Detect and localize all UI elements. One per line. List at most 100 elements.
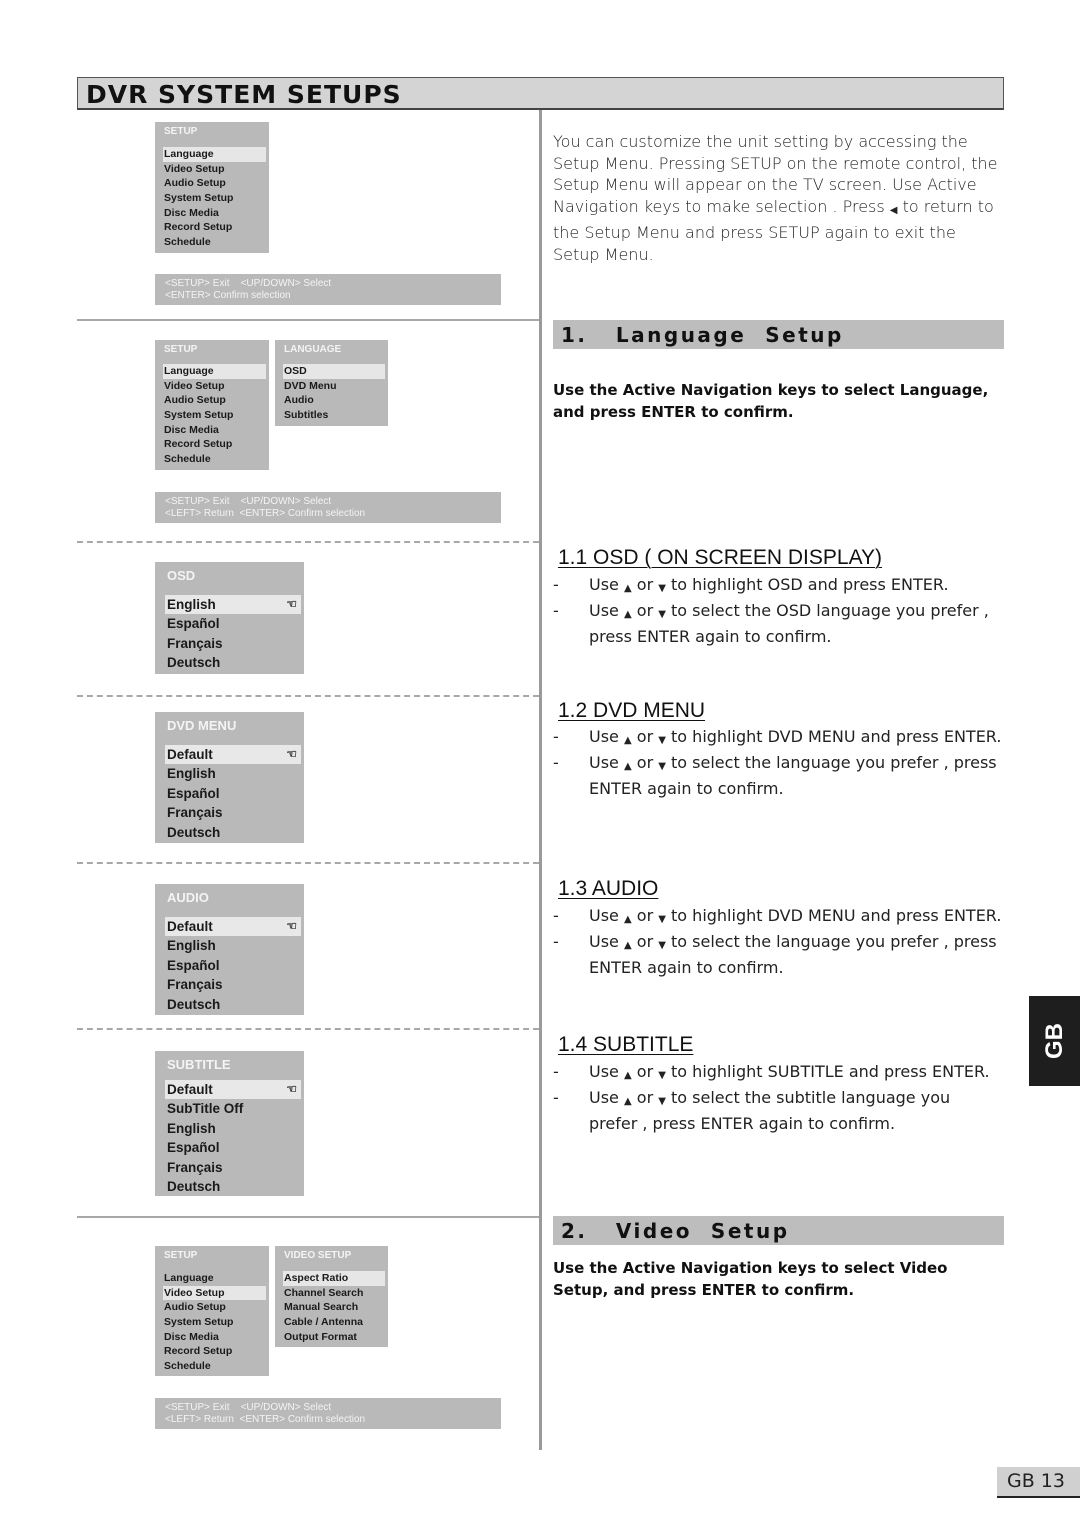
column-divider (539, 110, 542, 1450)
menu-item-label: Default (167, 747, 213, 762)
menu-items: Default ☜ SubTitle Off English Español França… (165, 1080, 301, 1196)
menu-item[interactable]: Deutsch (165, 1177, 301, 1196)
menu-item[interactable]: Subtitles (283, 408, 385, 423)
menu-item[interactable]: Schedule (163, 452, 266, 467)
menu-item-label: Language (164, 365, 214, 377)
hint-line: <LEFT> Return <ENTER> Confirm selection (165, 508, 366, 519)
subsection-bullets: - Use ▲ or ▼ to highlight DVD MENU and pr… (553, 726, 1003, 800)
menu-item[interactable]: System Setup (163, 1315, 266, 1330)
bullet-text: or (631, 932, 659, 951)
menu-item-label: Channel Search (284, 1286, 364, 1299)
bullet-dash: - (553, 906, 559, 925)
menu-item[interactable]: Disc Media (163, 1330, 266, 1345)
menu-item[interactable]: Deutsch (165, 995, 301, 1014)
menu-item[interactable]: Français (165, 634, 301, 653)
menu-header: SETUP (164, 1250, 198, 1261)
menu-item-label: SubTitle Off (167, 1101, 244, 1117)
menu-item-label: Disc Media (164, 206, 219, 219)
menu-item[interactable]: Language (163, 1271, 266, 1286)
menu-item[interactable]: OSD (283, 364, 385, 379)
menu-item[interactable]: Default ☜ (165, 1080, 301, 1100)
subsection-heading: 1.2 DVD MENU (558, 699, 706, 722)
down-arrow-icon: ▼ (658, 1070, 666, 1081)
menu-item[interactable]: Français (165, 1158, 301, 1177)
menu-item[interactable]: System Setup (163, 408, 266, 423)
pointing-hand-icon: ☜ (286, 1082, 297, 1096)
page-number: GB 13 (1007, 1470, 1065, 1492)
menu-item[interactable]: Default ☜ (165, 745, 301, 765)
intro-paragraph: You can customize the unit setting by ac… (553, 131, 1003, 265)
menu-item[interactable]: Record Setup (163, 1344, 266, 1359)
menu-item[interactable]: Français (165, 803, 301, 822)
subsection-bullets: - Use ▲ or ▼ to highlight DVD MENU and pr… (553, 905, 1003, 979)
language-side-tab: GB (1029, 996, 1080, 1086)
bullet-item: - Use ▲ or ▼ to highlight DVD MENU and pr… (553, 726, 1003, 752)
menu-header: OSD (167, 568, 196, 583)
menu-item[interactable]: Video Setup (163, 162, 266, 177)
menu-item[interactable]: Video Setup (163, 1285, 266, 1301)
menu-item[interactable]: Español (165, 1138, 301, 1157)
menu-item-label: Video Setup (164, 162, 225, 175)
menu-item[interactable]: Disc Media (163, 423, 266, 438)
bullet-text: Use (589, 575, 624, 594)
menu-item-label: Audio (284, 394, 314, 407)
menu-item[interactable]: Channel Search (283, 1286, 385, 1301)
menu-item[interactable]: Record Setup (163, 220, 266, 235)
bullet-dash: - (553, 575, 559, 594)
subsection-heading: 1.3 AUDIO (558, 877, 659, 900)
dashed-divider (77, 541, 539, 543)
down-arrow-icon: ▼ (658, 761, 666, 772)
menu-item[interactable]: Español (165, 614, 301, 633)
menu-item[interactable]: Deutsch (165, 653, 301, 672)
up-arrow-icon: ▲ (623, 1096, 632, 1107)
menu-item[interactable]: Deutsch (165, 823, 301, 842)
bullet-text: or (631, 906, 659, 925)
hint-line: <SETUP> Exit <UP/DOWN> Select (165, 278, 332, 289)
menu-item[interactable]: Language (163, 364, 266, 379)
menu-item[interactable]: Default ☜ (165, 917, 301, 937)
language-menu: LANGUAGE OSD DVD Menu Audio Subtitles (275, 340, 388, 426)
menu-item[interactable]: English (165, 764, 301, 783)
menu-item[interactable]: Aspect Ratio (283, 1271, 385, 1286)
menu-item[interactable]: Language (163, 147, 266, 162)
menu-item-label: Español (167, 616, 220, 632)
menu-item[interactable]: Schedule (163, 235, 266, 250)
menu-item[interactable]: Record Setup (163, 437, 266, 452)
menu-item-label: Default (167, 919, 213, 934)
menu-item[interactable]: Video Setup (163, 379, 266, 394)
menu-item-label: Record Setup (164, 221, 233, 234)
menu-item[interactable]: Español (165, 956, 301, 975)
menu-item[interactable]: DVD Menu (283, 379, 385, 394)
menu-item-label: Language (164, 148, 214, 160)
bullet-text: or (631, 1062, 659, 1081)
menu-item[interactable]: Audio Setup (163, 1300, 266, 1315)
menu-item-label: System Setup (164, 192, 234, 205)
menu-item[interactable]: English (165, 936, 301, 955)
menu-item[interactable]: Manual Search (283, 1300, 385, 1315)
video-setup-menu: VIDEO SETUP Aspect Ratio Channel Search Ma… (275, 1246, 388, 1347)
bullet-text: Use (589, 1062, 624, 1081)
menu-item[interactable]: Français (165, 975, 301, 994)
down-arrow-icon: ▼ (658, 1096, 666, 1107)
menu-item-label: Subtitles (284, 409, 329, 422)
up-arrow-icon: ▲ (623, 609, 632, 620)
audio-menu-panel: AUDIO Default ☜ English Español Français Deut… (155, 884, 304, 1015)
menu-item[interactable]: Audio Setup (163, 393, 266, 408)
bullet-text: Use (589, 1088, 624, 1107)
key-hint-3: <SETUP> Exit <UP/DOWN> Select <LEFT> Ret… (155, 1398, 501, 1429)
menu-item[interactable]: SubTitle Off (165, 1099, 301, 1118)
dvd-menu-panel: DVD MENU Default ☜ English Español Français D… (155, 712, 304, 843)
menu-item[interactable]: Español (165, 784, 301, 803)
bullet-text: Use (589, 906, 624, 925)
bullet-text: to highlight SUBTITLE and press ENTER. (665, 1062, 990, 1081)
menu-item[interactable]: Schedule (163, 1359, 266, 1374)
menu-item[interactable]: Cable / Antenna (283, 1315, 385, 1330)
menu-item[interactable]: English ☜ (165, 595, 301, 615)
menu-item[interactable]: System Setup (163, 191, 266, 206)
menu-item[interactable]: Disc Media (163, 206, 266, 221)
menu-item[interactable]: Audio (283, 393, 385, 408)
menu-item[interactable]: Output Format (283, 1330, 385, 1345)
menu-item[interactable]: English (165, 1119, 301, 1138)
down-arrow-icon: ▼ (658, 940, 666, 951)
menu-item[interactable]: Audio Setup (163, 176, 266, 191)
